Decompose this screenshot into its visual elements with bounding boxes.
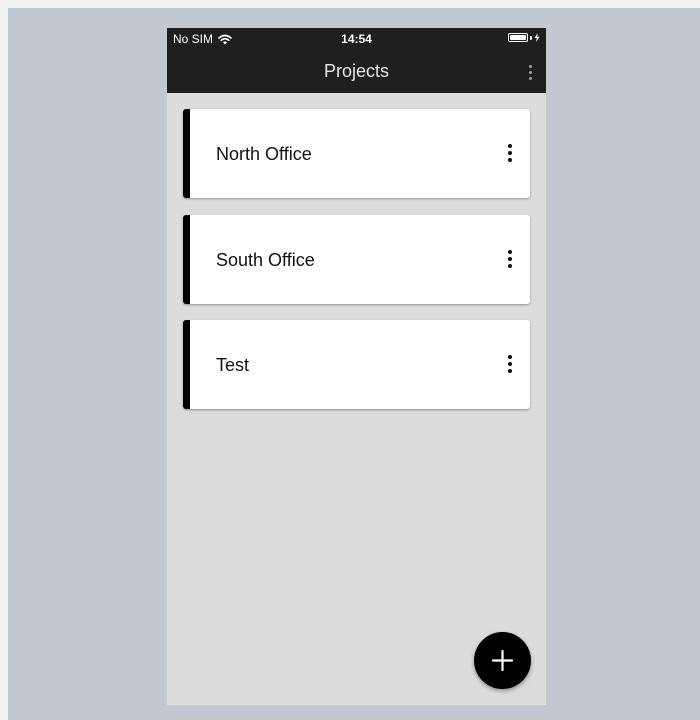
card-accent-bar — [183, 320, 190, 409]
battery-charging-icon — [508, 33, 540, 42]
card-more-icon[interactable] — [506, 144, 514, 162]
more-vertical-icon[interactable] — [526, 61, 534, 83]
plus-icon — [491, 649, 514, 672]
status-bar: No SIM 14:54 — [167, 28, 546, 50]
app-bar: Projects — [167, 50, 546, 93]
status-time: 14:54 — [341, 32, 372, 46]
project-name: South Office — [216, 250, 315, 270]
project-card-test[interactable]: Test — [183, 320, 530, 409]
project-card-south-office[interactable]: South Office — [183, 215, 530, 304]
page-title: Projects — [323, 61, 390, 81]
card-more-icon[interactable] — [506, 250, 514, 268]
card-more-icon[interactable] — [506, 355, 514, 373]
card-accent-bar — [183, 109, 190, 198]
card-accent-bar — [183, 215, 190, 304]
phone-screen: No SIM 14:54 Projects North Office South… — [167, 28, 546, 705]
charging-bolt-icon — [534, 33, 540, 42]
project-name: Test — [216, 355, 250, 375]
add-project-button[interactable] — [474, 632, 531, 689]
project-card-north-office[interactable]: North Office — [183, 109, 530, 198]
project-name: North Office — [216, 144, 312, 164]
